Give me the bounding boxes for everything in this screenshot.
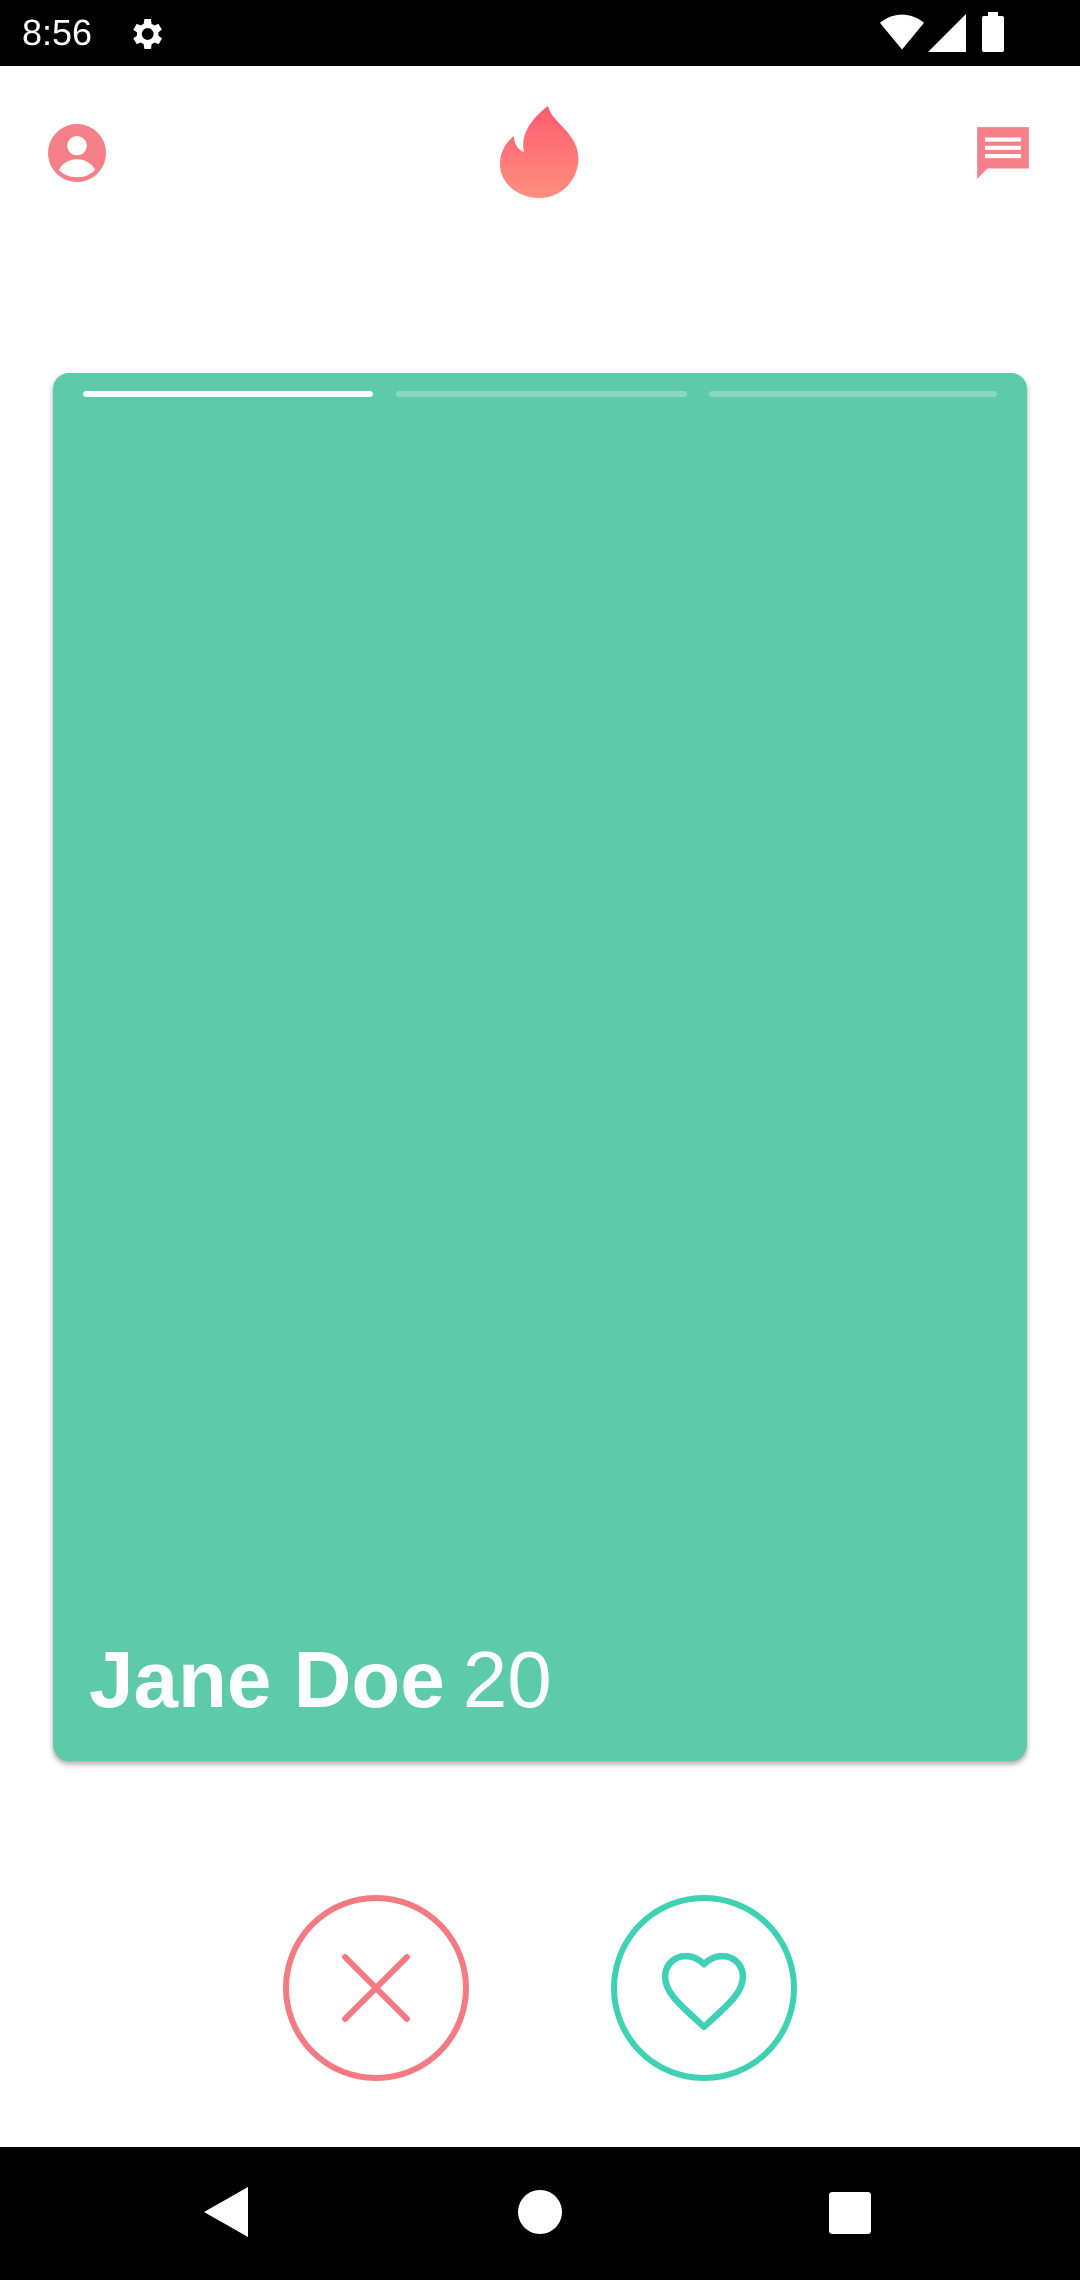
card-caption: Jane Doe 20 <box>89 1635 552 1725</box>
photo-progress-segment <box>709 391 997 397</box>
dislike-button[interactable] <box>283 1895 469 2081</box>
profile-icon[interactable] <box>48 124 106 182</box>
top-app-bar <box>0 66 1080 236</box>
heart-icon <box>661 1952 747 2031</box>
flame-icon[interactable] <box>496 106 582 198</box>
system-nav-bar <box>0 2147 1080 2280</box>
photo-progress-segment <box>83 391 373 397</box>
like-button[interactable] <box>611 1895 797 2081</box>
cell-signal-icon <box>928 14 966 52</box>
status-bar: 8:56 <box>0 0 1080 66</box>
profile-card[interactable]: Jane Doe 20 <box>53 373 1027 1761</box>
battery-icon <box>982 12 1004 52</box>
profile-age: 20 <box>462 1635 552 1724</box>
status-time: 8:56 <box>22 12 93 53</box>
photo-progress-segment <box>396 391 687 397</box>
photo-progress-indicator <box>83 391 997 397</box>
gear-icon <box>133 19 162 49</box>
wifi-icon <box>880 14 924 50</box>
recents-icon[interactable] <box>829 2192 871 2234</box>
back-icon[interactable] <box>204 2187 248 2237</box>
profile-name: Jane Doe <box>89 1635 445 1724</box>
close-icon <box>342 1954 410 2022</box>
home-icon[interactable] <box>518 2190 562 2234</box>
chat-icon[interactable] <box>972 122 1034 184</box>
